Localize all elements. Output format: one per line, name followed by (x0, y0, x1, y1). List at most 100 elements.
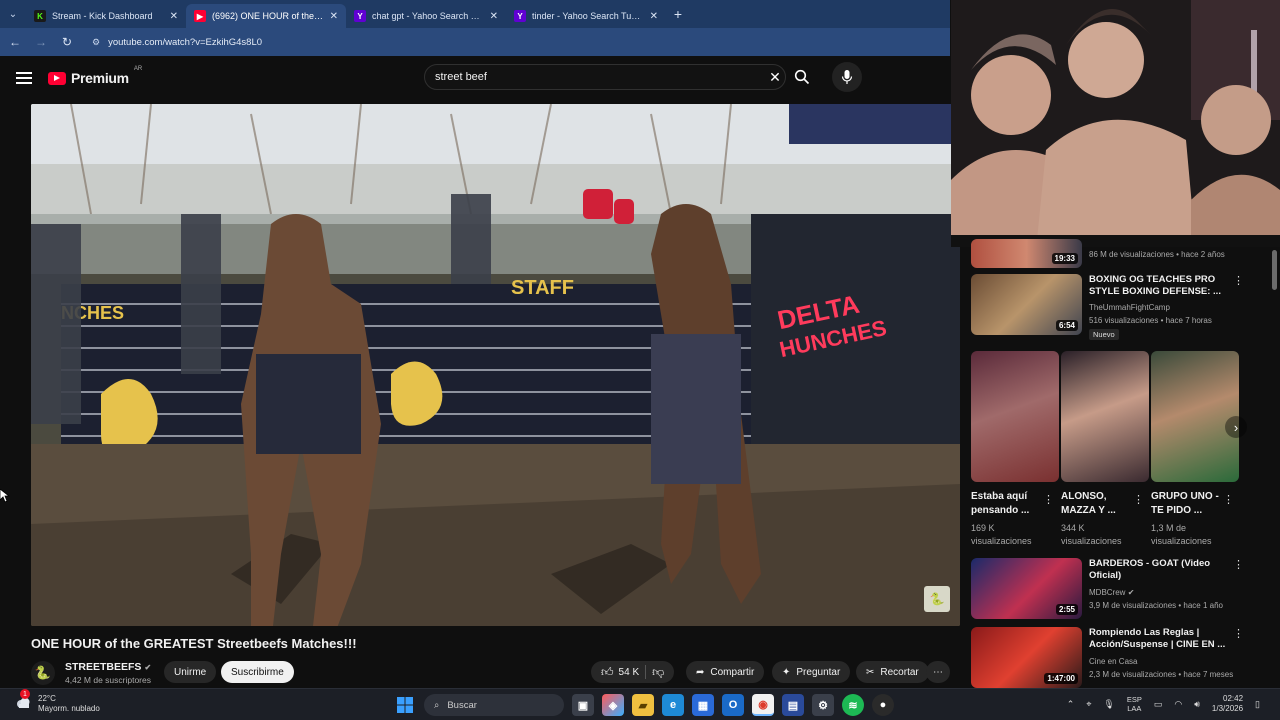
settings-gear-icon[interactable]: ⚙ (812, 694, 834, 716)
tab-kick-dashboard[interactable]: K Stream - Kick Dashboard ✕ (26, 4, 186, 28)
close-tab-icon[interactable]: ✕ (490, 11, 498, 22)
more-options-icon[interactable]: ⋮ (1233, 558, 1244, 571)
short-item[interactable]: ALONSO, MAZZA Y ... 344 K visualizacione… (1061, 351, 1149, 548)
chrome-icon[interactable]: ◉ (752, 694, 774, 716)
video-title: Rompiendo Las Reglas | Acción/Suspense |… (1089, 627, 1226, 650)
related-video[interactable]: 2:55 BARDEROS - GOAT (Video Oficial) MDB… (971, 558, 1271, 622)
reload-icon[interactable]: ↻ (60, 35, 74, 49)
logo-text: Premium (71, 70, 129, 86)
taskbar-apps: ⌕ Buscar ▣ ◈ ▰ e ▦ O ◉ ▤ ⚙ ≋ ● (394, 694, 894, 716)
network-icon[interactable]: ⌖ (1086, 699, 1091, 710)
youtube-icon: ▶ (194, 10, 206, 22)
more-actions-button[interactable]: ⋯ (926, 661, 950, 683)
close-tab-icon[interactable]: ✕ (330, 11, 338, 22)
join-button[interactable]: Unirme (164, 661, 217, 683)
chevron-right-icon[interactable]: › (1225, 416, 1247, 438)
menu-icon[interactable] (16, 72, 32, 84)
more-options-icon[interactable]: ⋮ (1223, 493, 1234, 506)
system-tray: ⌃ ⌖ 🎙︎ ESP LAA ▭ ◠ 🔊︎ 02:42 1/3/2026 ▯ (1067, 694, 1260, 714)
youtube-logo-icon (48, 71, 66, 85)
kick-icon: K (34, 10, 46, 22)
like-dislike-group: 👍︎ 54 K 👎︎ (591, 661, 675, 683)
channel-avatar[interactable]: 🐍 (31, 661, 55, 685)
youtube-premium-logo[interactable]: Premium AR (48, 66, 142, 86)
divider (645, 665, 647, 679)
duration-badge: 1:47:00 (1044, 673, 1078, 684)
video-thumbnail: 19:33 (971, 239, 1082, 268)
search-input[interactable]: street beef (435, 71, 765, 83)
site-info-icon[interactable]: ⚙ (92, 37, 100, 48)
sidebar-scrollbar[interactable] (1272, 250, 1277, 290)
yahoo-icon: Y (514, 10, 526, 22)
close-tab-icon[interactable]: ✕ (170, 11, 178, 22)
clip-button[interactable]: ✂ Recortar (856, 661, 929, 683)
back-icon[interactable]: ← (8, 35, 22, 49)
clock[interactable]: 02:42 1/3/2026 (1212, 694, 1243, 714)
related-video-partial[interactable]: 19:33 86 M de visualizaciones • hace 2 a… (971, 239, 1271, 269)
more-options-icon[interactable]: ⋮ (1043, 493, 1054, 506)
short-title: Estaba aquí pensando ... (971, 491, 1030, 516)
shorts-shelf: Estaba aquí pensando ... 169 K visualiza… (971, 351, 1251, 551)
time: 02:42 (1223, 694, 1244, 703)
new-tab-icon[interactable]: + (666, 6, 690, 22)
channel-name[interactable]: STREETBEEFS ✔ (65, 661, 151, 673)
ask-button[interactable]: ✦ Preguntar (772, 661, 851, 683)
more-options-icon[interactable]: ⋮ (1233, 274, 1244, 287)
microphone-icon[interactable]: 🎙︎ (1103, 699, 1114, 710)
spotify-icon[interactable]: ≋ (842, 694, 864, 716)
notification-icon[interactable]: ▯ (1255, 699, 1260, 710)
edge-icon[interactable]: e (662, 694, 684, 716)
video-thumbnail: 2:55 (971, 558, 1082, 619)
video-player[interactable]: DELTA HUNCHES STAFF NCHES 🐍 (31, 104, 960, 626)
taskbar-search[interactable]: ⌕ Buscar (424, 694, 564, 716)
display-icon[interactable]: ▭ (1154, 699, 1163, 710)
forward-icon[interactable]: → (34, 35, 48, 49)
windows-start-icon[interactable] (394, 694, 416, 716)
outlook-icon[interactable]: O (722, 694, 744, 716)
photoshop-icon[interactable]: ▤ (782, 694, 804, 716)
weather-widget[interactable]: 1 22°C Mayorm. nublado (14, 689, 100, 714)
language-indicator[interactable]: ESP LAA (1127, 695, 1142, 713)
ask-label: Preguntar (796, 666, 841, 678)
subscribe-button[interactable]: Suscribirme (221, 661, 294, 683)
wifi-icon[interactable]: ◠ (1174, 699, 1182, 710)
clear-search-icon[interactable]: ✕ (765, 69, 785, 86)
tab-yahoo-tinder[interactable]: Y tinder - Yahoo Search Tus resultados ✕ (506, 4, 666, 28)
search-icon (794, 69, 810, 85)
tab-youtube-video[interactable]: ▶ (6962) ONE HOUR of the GREATEST Street… (186, 4, 346, 28)
dislike-button[interactable]: 👎︎ (652, 665, 664, 680)
volume-icon[interactable]: 🔊︎ (1194, 699, 1200, 710)
photos-icon[interactable]: ◈ (602, 694, 624, 716)
close-tab-icon[interactable]: ✕ (650, 11, 658, 22)
short-thumbnail (1151, 351, 1239, 482)
obs-icon[interactable]: ● (872, 694, 894, 716)
short-views: 1,3 M de visualizaciones (1151, 523, 1212, 546)
new-badge: Nuevo (1089, 329, 1119, 340)
tab-yahoo-chatgpt[interactable]: Y chat gpt - Yahoo Search Tus resultados… (346, 4, 506, 28)
search-box[interactable]: street beef ✕ (424, 64, 786, 90)
search-icon: ⌕ (434, 699, 440, 711)
url-bar[interactable]: ⚙ youtube.com/watch?v=EzkihG4s8L0 (92, 31, 950, 53)
store-icon[interactable]: ▦ (692, 694, 714, 716)
share-button[interactable]: ➦ Compartir (686, 661, 765, 683)
search-button[interactable] (786, 64, 818, 90)
date: 1/3/2026 (1211, 704, 1244, 713)
related-video[interactable]: 1:47:00 Rompiendo Las Reglas | Acción/Su… (971, 627, 1271, 688)
voice-search-button[interactable] (832, 62, 862, 92)
tab-search-menu-icon[interactable]: ⌄ (0, 0, 26, 28)
channel-watermark[interactable]: 🐍 (924, 586, 950, 612)
related-video[interactable]: 6:54 BOXING OG TEACHES PRO STYLE BOXING … (971, 274, 1271, 340)
short-item[interactable]: Estaba aquí pensando ... 169 K visualiza… (971, 351, 1059, 548)
task-view-icon[interactable]: ▣ (572, 694, 594, 716)
more-options-icon[interactable]: ⋮ (1233, 627, 1244, 640)
file-explorer-icon[interactable]: ▰ (632, 694, 654, 716)
windows-taskbar: 1 22°C Mayorm. nublado ⌕ Buscar ▣ ◈ ▰ e … (0, 688, 1280, 720)
like-button[interactable]: 👍︎ 54 K (601, 665, 639, 680)
more-options-icon[interactable]: ⋮ (1133, 493, 1144, 506)
channel-name-text: STREETBEEFS (65, 661, 142, 673)
country-code: AR (133, 66, 143, 72)
tray-overflow-icon[interactable]: ⌃ (1067, 699, 1075, 710)
short-item[interactable]: GRUPO UNO - TE PIDO ... 1,3 M de visuali… (1151, 351, 1239, 548)
subscriber-count: 4,42 M de suscriptores (65, 675, 151, 685)
share-icon: ➦ (696, 666, 705, 678)
